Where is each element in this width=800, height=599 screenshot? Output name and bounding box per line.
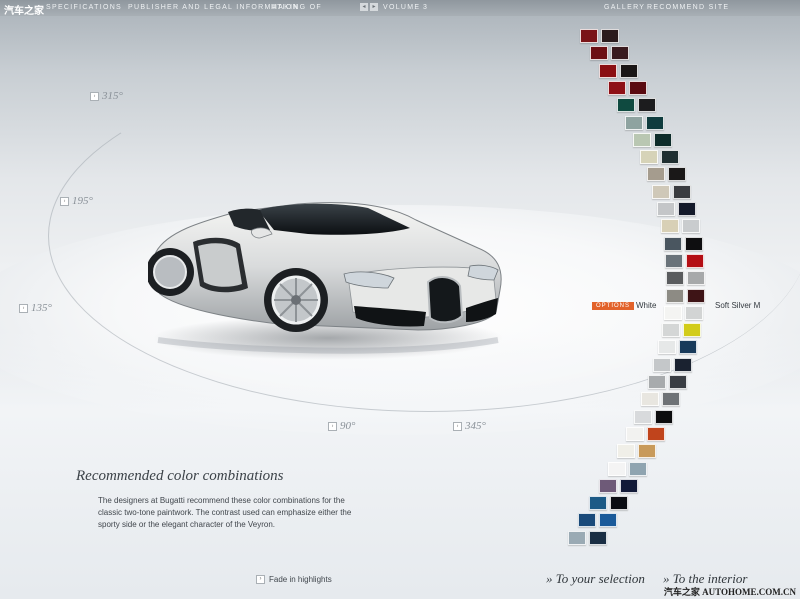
color-swatch[interactable]: [686, 253, 705, 268]
color-swatch[interactable]: [667, 167, 686, 182]
color-swatch[interactable]: [652, 184, 671, 199]
section-title: Recommended color combinations: [76, 468, 284, 484]
color-swatch[interactable]: [686, 288, 705, 303]
volume-down-button[interactable]: ◂: [360, 3, 368, 11]
angle-135-button[interactable]: › 135°: [19, 302, 52, 314]
nav-making-of[interactable]: MAKING OF: [271, 4, 322, 11]
color-swatch[interactable]: [684, 236, 703, 251]
color-swatch[interactable]: [682, 323, 701, 338]
color-swatch[interactable]: [687, 271, 706, 286]
color-swatch[interactable]: [629, 80, 648, 95]
color-swatch[interactable]: [629, 461, 648, 476]
volume-label: VOLUME: [383, 4, 421, 11]
color-swatch[interactable]: [640, 150, 659, 165]
color-swatch[interactable]: [608, 80, 627, 95]
color-swatch[interactable]: [674, 357, 693, 372]
autohome-watermark: 汽车之家 AUTOHOME.COM.CN: [663, 587, 796, 597]
color-swatch[interactable]: [681, 219, 700, 234]
volume-value: 3: [423, 4, 429, 11]
color-swatch[interactable]: [661, 323, 680, 338]
color-swatch[interactable]: [633, 132, 652, 147]
color-swatch[interactable]: [634, 409, 653, 424]
color-swatch[interactable]: [665, 288, 684, 303]
color-swatch[interactable]: [601, 29, 619, 43]
color-swatch[interactable]: [619, 478, 638, 493]
color-swatch[interactable]: [663, 236, 682, 251]
color-swatch[interactable]: [589, 46, 608, 61]
configurator-stage: 汽车之家 SPECIFICATIONS PUBLISHER AND LEGAL …: [0, 0, 800, 599]
color-swatch[interactable]: [662, 392, 681, 407]
angle-arrow-icon: ›: [60, 196, 69, 206]
color-swatch[interactable]: [685, 305, 704, 320]
color-swatch[interactable]: [598, 63, 617, 78]
color-swatch[interactable]: [637, 98, 656, 113]
color-swatch[interactable]: [641, 392, 660, 407]
color-swatch[interactable]: [665, 253, 684, 268]
nav-specifications[interactable]: SPECIFICATIONS: [46, 4, 122, 11]
angle-arrow-icon: ›: [90, 91, 99, 101]
color-swatch[interactable]: [655, 409, 674, 424]
fade-highlights-toggle[interactable]: › Fade in highlights: [256, 575, 332, 585]
color-swatch[interactable]: [609, 496, 628, 511]
color-swatch[interactable]: [678, 202, 697, 216]
color-swatch[interactable]: [646, 167, 665, 182]
angle-arrow-icon: ›: [328, 421, 337, 431]
angle-195-button[interactable]: › 195°: [60, 195, 93, 207]
color-swatch[interactable]: [625, 115, 644, 130]
to-selection-link[interactable]: » To your selection: [546, 571, 645, 587]
selected-color-left: White: [636, 301, 657, 310]
color-swatch[interactable]: [661, 150, 680, 165]
color-swatch[interactable]: [619, 63, 638, 78]
fade-highlights-label: Fade in highlights: [269, 575, 332, 584]
section-description: The designers at Bugatti recommend these…: [98, 496, 352, 529]
color-swatch[interactable]: [617, 444, 636, 459]
car-image: [146, 190, 508, 390]
color-swatch[interactable]: [616, 98, 635, 113]
color-swatch[interactable]: [647, 375, 666, 389]
color-swatch[interactable]: [626, 426, 645, 441]
color-swatch[interactable]: [647, 426, 666, 441]
car-illustration: [146, 202, 503, 360]
nav-gallery[interactable]: GALLERY: [604, 4, 645, 11]
options-badge[interactable]: OPTIONS: [592, 302, 635, 310]
volume-up-button[interactable]: ▸: [370, 3, 378, 11]
color-swatch[interactable]: [580, 29, 598, 43]
color-swatch[interactable]: [578, 513, 597, 528]
color-swatch[interactable]: [660, 219, 679, 234]
color-swatch[interactable]: [598, 478, 617, 493]
color-swatch[interactable]: [673, 184, 692, 199]
nav-recommend-site[interactable]: RECOMMEND SITE: [647, 4, 729, 11]
color-swatch[interactable]: [638, 444, 657, 459]
angle-arrow-icon: ›: [19, 303, 28, 313]
color-swatch[interactable]: [588, 496, 607, 511]
arrow-icon: ›: [256, 575, 265, 585]
color-swatch[interactable]: [653, 357, 672, 372]
color-swatch[interactable]: [668, 375, 687, 389]
watermark-logo: 汽车之家: [4, 6, 44, 17]
color-swatch[interactable]: [666, 271, 685, 286]
angle-90-button[interactable]: › 90°: [328, 420, 355, 432]
color-swatch[interactable]: [599, 513, 618, 528]
color-swatch[interactable]: [658, 340, 677, 355]
color-swatch[interactable]: [664, 305, 683, 320]
angle-315-button[interactable]: › 315°: [90, 90, 123, 102]
angle-345-button[interactable]: › 345°: [453, 420, 486, 432]
color-swatch[interactable]: [589, 530, 607, 545]
color-swatch[interactable]: [610, 46, 629, 61]
angle-arrow-icon: ›: [453, 421, 462, 431]
color-swatch[interactable]: [608, 461, 627, 476]
color-swatch[interactable]: [646, 115, 665, 130]
color-swatch[interactable]: [654, 132, 673, 147]
color-swatch[interactable]: [657, 202, 676, 216]
selected-color-right: Soft Silver M: [715, 301, 761, 310]
color-swatch[interactable]: [679, 340, 698, 355]
color-swatch[interactable]: [568, 530, 586, 545]
